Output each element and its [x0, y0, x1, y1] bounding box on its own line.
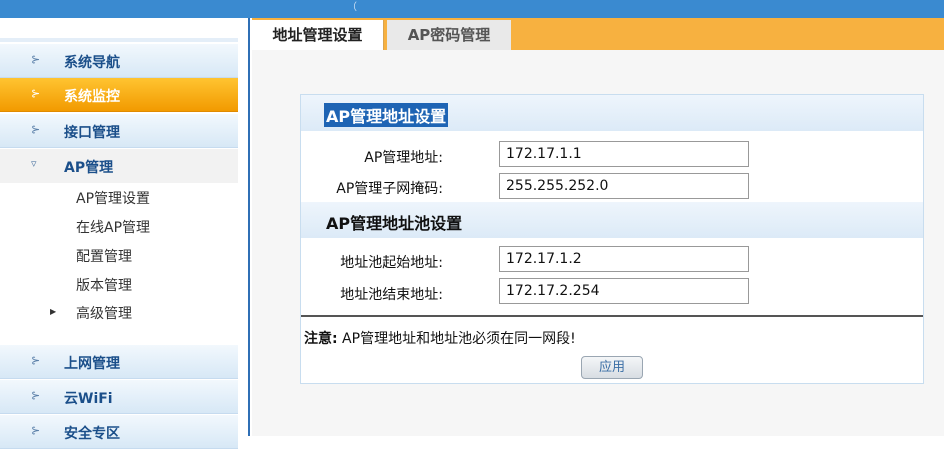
tab-ap-password[interactable]: AP密码管理: [387, 20, 511, 50]
sidebar-item-system-monitor[interactable]: ⊱ 系统监控: [0, 78, 238, 112]
sidebar: ⊱ 系统导航 ⊱ 系统监控 ⊱ 接口管理 ▿ AP管理 AP管理设置 在线AP管…: [0, 18, 250, 449]
settings-panel: AP管理地址设置 AP管理地址: 172.17.1.1 AP管理子网掩码: 25…: [300, 94, 924, 384]
sidebar-item-label: 安全专区: [64, 426, 120, 442]
sidebar-item-interface[interactable]: ⊱ 接口管理: [0, 114, 238, 148]
note-body: AP管理地址和地址池必须在同一网段!: [337, 331, 576, 347]
ap-address-input[interactable]: 172.17.1.1: [499, 141, 749, 167]
sidebar-item-label: 系统监控: [64, 89, 120, 105]
banner-glyph: （: [347, 2, 357, 13]
sidebar-item-label: 云WiFi: [64, 391, 113, 407]
section-header-address-pool: AP管理地址池设置: [301, 202, 923, 238]
sidebar-item-ap-manage[interactable]: ▿ AP管理: [0, 149, 238, 183]
divider: [301, 315, 923, 317]
sidebar-item-cloud-wifi[interactable]: ⊱ 云WiFi: [0, 380, 238, 414]
apply-button[interactable]: 应用: [581, 356, 643, 379]
subitem-online-ap[interactable]: 在线AP管理: [76, 217, 150, 237]
sidebar-item-label: 接口管理: [64, 125, 120, 141]
note-text: 注意: AP管理地址和地址池必须在同一网段!: [304, 328, 576, 348]
tab-address-settings[interactable]: 地址管理设置: [252, 20, 384, 50]
pool-end-input[interactable]: 172.17.2.254: [499, 278, 749, 304]
sidebar-item-label: AP管理: [64, 160, 114, 176]
subitem-ap-settings[interactable]: AP管理设置: [76, 188, 150, 208]
top-banner: （: [0, 0, 944, 18]
submenu-arrow-icon: ▶: [50, 307, 57, 316]
sidebar-item-label: 系统导航: [64, 55, 120, 71]
pool-end-label: 地址池结束地址:: [340, 287, 443, 303]
note-prefix: 注意:: [304, 331, 338, 347]
pool-start-label: 地址池起始地址:: [340, 255, 443, 271]
section-header-ap-address: AP管理地址设置: [301, 95, 923, 131]
ap-mask-input[interactable]: 255.255.252.0: [499, 173, 749, 199]
sidebar-item-internet[interactable]: ⊱ 上网管理: [0, 345, 238, 379]
section-title: AP管理地址设置: [324, 103, 449, 127]
subitem-advanced[interactable]: 高级管理: [76, 303, 132, 323]
subitem-config[interactable]: 配置管理: [76, 246, 132, 266]
expand-arrow-icon: ⊱: [31, 53, 40, 66]
sidebar-item-security[interactable]: ⊱ 安全专区: [0, 415, 238, 449]
sidebar-item-label: 上网管理: [64, 356, 120, 372]
subitem-version[interactable]: 版本管理: [76, 275, 132, 295]
section-title: AP管理地址池设置: [326, 214, 463, 233]
expand-arrow-icon: ⊱: [31, 123, 40, 136]
expand-arrow-icon: ⊱: [31, 87, 40, 100]
tab-bar: 地址管理设置 AP密码管理: [252, 18, 944, 50]
sidebar-item-system-nav[interactable]: ⊱ 系统导航: [0, 44, 238, 78]
sidebar-top-gap: [0, 38, 238, 42]
ap-mask-label: AP管理子网掩码:: [336, 181, 443, 197]
collapse-arrow-icon: ▿: [31, 157, 36, 170]
content-area: AP管理地址设置 AP管理地址: 172.17.1.1 AP管理子网掩码: 25…: [252, 50, 944, 436]
expand-arrow-icon: ⊱: [31, 354, 40, 367]
expand-arrow-icon: ⊱: [31, 389, 40, 402]
pool-start-input[interactable]: 172.17.1.2: [499, 246, 749, 272]
ap-address-label: AP管理地址:: [364, 150, 443, 166]
expand-arrow-icon: ⊱: [31, 424, 40, 437]
